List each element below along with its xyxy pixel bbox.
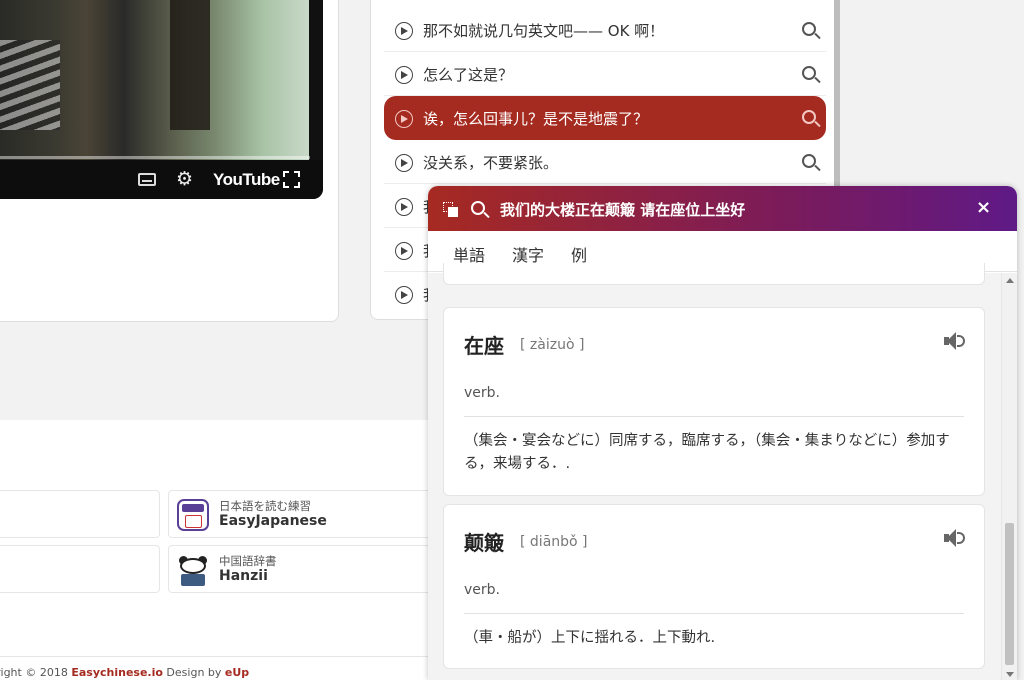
- entry-card: 颠簸 [ diānbǒ ] verb. （車・船が）上下に揺れる．上下動れ.: [443, 504, 985, 669]
- brand-link[interactable]: Easychinese.io: [71, 666, 163, 679]
- designer-link[interactable]: eUp: [225, 666, 249, 679]
- entry-part-of-speech: verb.: [464, 582, 500, 598]
- search-icon: [471, 201, 485, 215]
- entry-card: 在座 [ zàizuò ] verb. （集会・宴会などに）同席する，臨席する，…: [443, 307, 985, 496]
- app-name: EasyJapanese: [219, 513, 327, 529]
- play-icon[interactable]: [395, 22, 413, 40]
- entry-card-previous: [443, 263, 985, 285]
- copy-icon[interactable]: [443, 202, 459, 217]
- sentence-text: 没关系，不要紧张。: [423, 154, 559, 172]
- footer-divider: [0, 656, 428, 657]
- scroll-up-arrow-icon[interactable]: [1006, 278, 1014, 283]
- close-icon[interactable]: ×: [976, 197, 991, 218]
- subtitles-icon[interactable]: [138, 173, 156, 186]
- play-icon[interactable]: [395, 66, 413, 84]
- play-icon[interactable]: [395, 154, 413, 172]
- sentence-row[interactable]: 没关系，不要紧张。: [384, 140, 826, 184]
- video-frame[interactable]: [0, 0, 309, 160]
- entry-word: 颠簸: [464, 531, 504, 555]
- fullscreen-icon[interactable]: [283, 171, 300, 188]
- speaker-icon[interactable]: [944, 332, 965, 350]
- app-card-partial-2[interactable]: [0, 545, 160, 593]
- sentence-text: 诶，怎么回事儿？是不是地震了？: [423, 110, 649, 128]
- search-icon[interactable]: [802, 22, 816, 36]
- search-icon[interactable]: [802, 154, 816, 168]
- play-icon[interactable]: [395, 198, 413, 216]
- entry-pinyin: [ diānbǒ ]: [520, 534, 588, 550]
- popup-scrollbar[interactable]: [1001, 273, 1017, 680]
- popup-query: 我们的大楼正在颠簸 请在座位上坐好: [500, 201, 746, 219]
- settings-gear-icon[interactable]: ⚙: [176, 168, 193, 190]
- scroll-down-arrow-icon[interactable]: [1006, 672, 1014, 677]
- entry-definition: （集会・宴会などに）同席する，臨席する，（集会・集まりなどに）参加する，来場する…: [464, 433, 950, 473]
- entry-definition: （車・船が）上下に揺れる．上下動れ.: [464, 630, 716, 646]
- dictionary-popup: 我们的大楼正在颠簸 请在座位上坐好 × 単語 漢字 例 在座 [ zàizuò …: [428, 186, 1017, 680]
- sentence-row[interactable]: 那不如就说几句英文吧—— OK 啊！: [384, 8, 826, 52]
- copyright-text: right © 2018 Easychinese.io Design by eU…: [0, 666, 249, 679]
- app-caption: 中国語辞書: [219, 554, 277, 568]
- design-by-text: Design by: [162, 666, 225, 679]
- todai-logo-icon: [177, 499, 209, 531]
- video-progress-bar[interactable]: [0, 156, 310, 159]
- play-icon[interactable]: [395, 110, 413, 128]
- entry-pinyin: [ zàizuò ]: [520, 337, 585, 353]
- play-icon[interactable]: [395, 286, 413, 304]
- app-caption: 日本語を読む練習: [219, 499, 311, 513]
- app-card-easyjapanese[interactable]: 日本語を読む練習 EasyJapanese: [168, 490, 438, 538]
- entry-part-of-speech: verb.: [464, 385, 500, 401]
- entry-divider: [464, 416, 964, 417]
- speaker-icon[interactable]: [944, 529, 965, 547]
- app-card-partial-1[interactable]: 習 n: [0, 490, 160, 538]
- app-name: Hanzii: [219, 568, 268, 584]
- search-icon[interactable]: [802, 66, 816, 80]
- entry-divider: [464, 613, 964, 614]
- search-icon[interactable]: [802, 110, 816, 124]
- sentence-row-active[interactable]: 诶，怎么回事儿？是不是地震了？: [384, 96, 826, 140]
- youtube-logo[interactable]: YouTube: [213, 170, 280, 190]
- panda-logo-icon: [177, 554, 209, 586]
- popup-body: 在座 [ zàizuò ] verb. （集会・宴会などに）同席する，臨席する，…: [428, 263, 1017, 680]
- entry-word: 在座: [464, 334, 504, 358]
- copyright-prefix: right © 2018: [0, 666, 72, 679]
- sentence-text: 那不如就说几句英文吧—— OK 啊！: [423, 22, 665, 40]
- sentence-text: 怎么了这是？: [423, 66, 514, 84]
- app-card-hanzii[interactable]: 中国語辞書 Hanzii: [168, 545, 438, 593]
- popup-header: 我们的大楼正在颠簸 请在座位上坐好 ×: [428, 186, 1017, 231]
- play-icon[interactable]: [395, 242, 413, 260]
- scroll-thumb[interactable]: [1005, 523, 1014, 665]
- sentence-row[interactable]: 怎么了这是？: [384, 52, 826, 96]
